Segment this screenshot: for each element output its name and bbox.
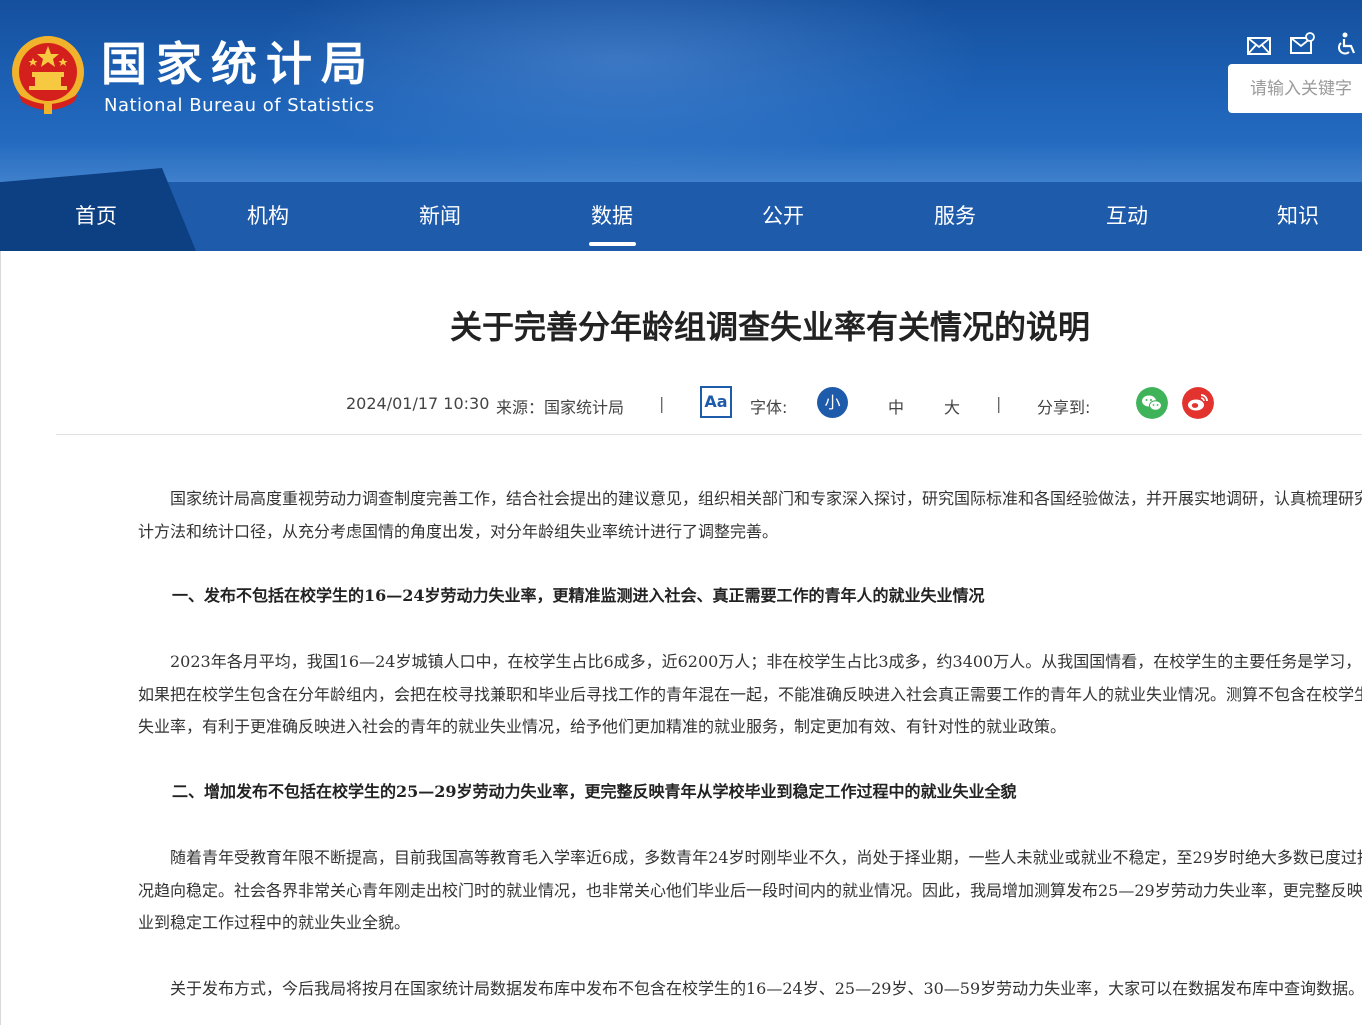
article-title: 关于完善分年龄组调查失业率有关情况的说明 [450, 308, 1091, 346]
content-left-border [0, 251, 1, 1025]
paragraph-line: 失业率，有利于更准确反映进入社会的青年的就业失业情况，给予他们更加精准的就业服务… [138, 717, 1067, 736]
site-logo-en[interactable]: National Bureau of Statistics [104, 95, 375, 116]
font-size-medium-button[interactable]: 中 [888, 394, 904, 418]
national-emblem-icon [12, 36, 84, 114]
nav-active-underline [589, 242, 636, 246]
search-box[interactable] [1228, 64, 1362, 113]
wechat-share-icon[interactable] [1136, 387, 1168, 419]
nav-item-home[interactable]: 首页 [48, 182, 144, 251]
main-nav: 首页 机构 新闻 数据 公开 服务 互动 知识 [0, 168, 1362, 251]
meta-separator: | [659, 394, 665, 413]
meta-divider [56, 434, 1362, 435]
nav-item-news[interactable]: 新闻 [392, 182, 488, 251]
article-source: 来源：国家统计局 [496, 398, 625, 417]
paragraph-line: 况趋向稳定。社会各界非常关心青年刚走出校门时的就业情况，也非常关心他们毕业后一段… [138, 880, 1362, 900]
paragraph-section-1: 2023年各月平均，我国16—24岁城镇人口中，在校学生占比6成多，近6200万… [138, 646, 1362, 744]
font-size-small-button[interactable]: 小 [817, 387, 848, 418]
font-size-large-button[interactable]: 大 [944, 394, 960, 418]
paragraph-line: 如果把在校学生包含在分年龄组内，会把在校寻找兼职和毕业后寻找工作的青年混在一起，… [138, 684, 1362, 704]
accessibility-icon[interactable] [1333, 31, 1359, 57]
article-meta: 2024/01/17 10:30 来源：国家统计局 | Aa 字体: 小 中 大… [0, 384, 1362, 424]
nav-item-org[interactable]: 机构 [220, 182, 316, 251]
section-heading-1: 一、发布不包括在校学生的16—24岁劳动力失业率，更精准监测进入社会、真正需要工… [172, 586, 985, 605]
paragraph-section-2: 随着青年受教育年限不断提高，目前我国高等教育毛入学率近6成，多数青年24岁时刚毕… [138, 842, 1362, 940]
weibo-share-icon[interactable] [1182, 387, 1214, 419]
paragraph-line: 关于发布方式，今后我局将按月在国家统计局数据发布库中发布不包含在校学生的16—2… [170, 979, 1362, 998]
font-toggle-button[interactable]: Aa [700, 386, 732, 418]
font-label: 字体: [750, 398, 788, 417]
nav-item-service[interactable]: 服务 [907, 182, 1003, 251]
meta-separator: | [996, 394, 1002, 413]
share-label: 分享到: [1037, 398, 1091, 417]
site-logo-cn[interactable]: 国家统计局 [101, 34, 376, 94]
paragraph-line: 2023年各月平均，我国16—24岁城镇人口中，在校学生占比6成多，近6200万… [170, 652, 1362, 671]
nav-item-interact[interactable]: 互动 [1079, 182, 1175, 251]
paragraph-line: 计方法和统计口径，从充分考虑国情的角度出发，对分年龄组失业率统计进行了调整完善。 [138, 521, 779, 541]
article-date: 2024/01/17 10:30 [346, 394, 490, 413]
paragraph-line: 国家统计局高度重视劳动力调查制度完善工作，结合社会提出的建议意见，组织相关部门和… [170, 489, 1362, 508]
paragraph-line: 业到稳定工作过程中的就业失业全貌。 [138, 913, 411, 932]
mail-subscribe-icon[interactable] [1289, 31, 1315, 57]
paragraph-release-method: 关于发布方式，今后我局将按月在国家统计局数据发布库中发布不包含在校学生的16—2… [138, 973, 1362, 1006]
header-banner: 国家统计局 National Bureau of Statistics [0, 0, 1362, 182]
paragraph-intro: 国家统计局高度重视劳动力调查制度完善工作，结合社会提出的建议意见，组织相关部门和… [138, 483, 1362, 548]
search-input[interactable] [1250, 64, 1362, 113]
paragraph-line: 随着青年受教育年限不断提高，目前我国高等教育毛入学率近6成，多数青年24岁时刚毕… [170, 848, 1362, 867]
mail-icon[interactable] [1246, 33, 1272, 59]
nav-item-public[interactable]: 公开 [735, 182, 831, 251]
section-heading-2: 二、增加发布不包括在校学生的25—29岁劳动力失业率，更完整反映青年从学校毕业到… [172, 782, 1017, 801]
nav-item-data[interactable]: 数据 [564, 182, 660, 251]
nav-item-knowledge[interactable]: 知识 [1250, 182, 1346, 251]
